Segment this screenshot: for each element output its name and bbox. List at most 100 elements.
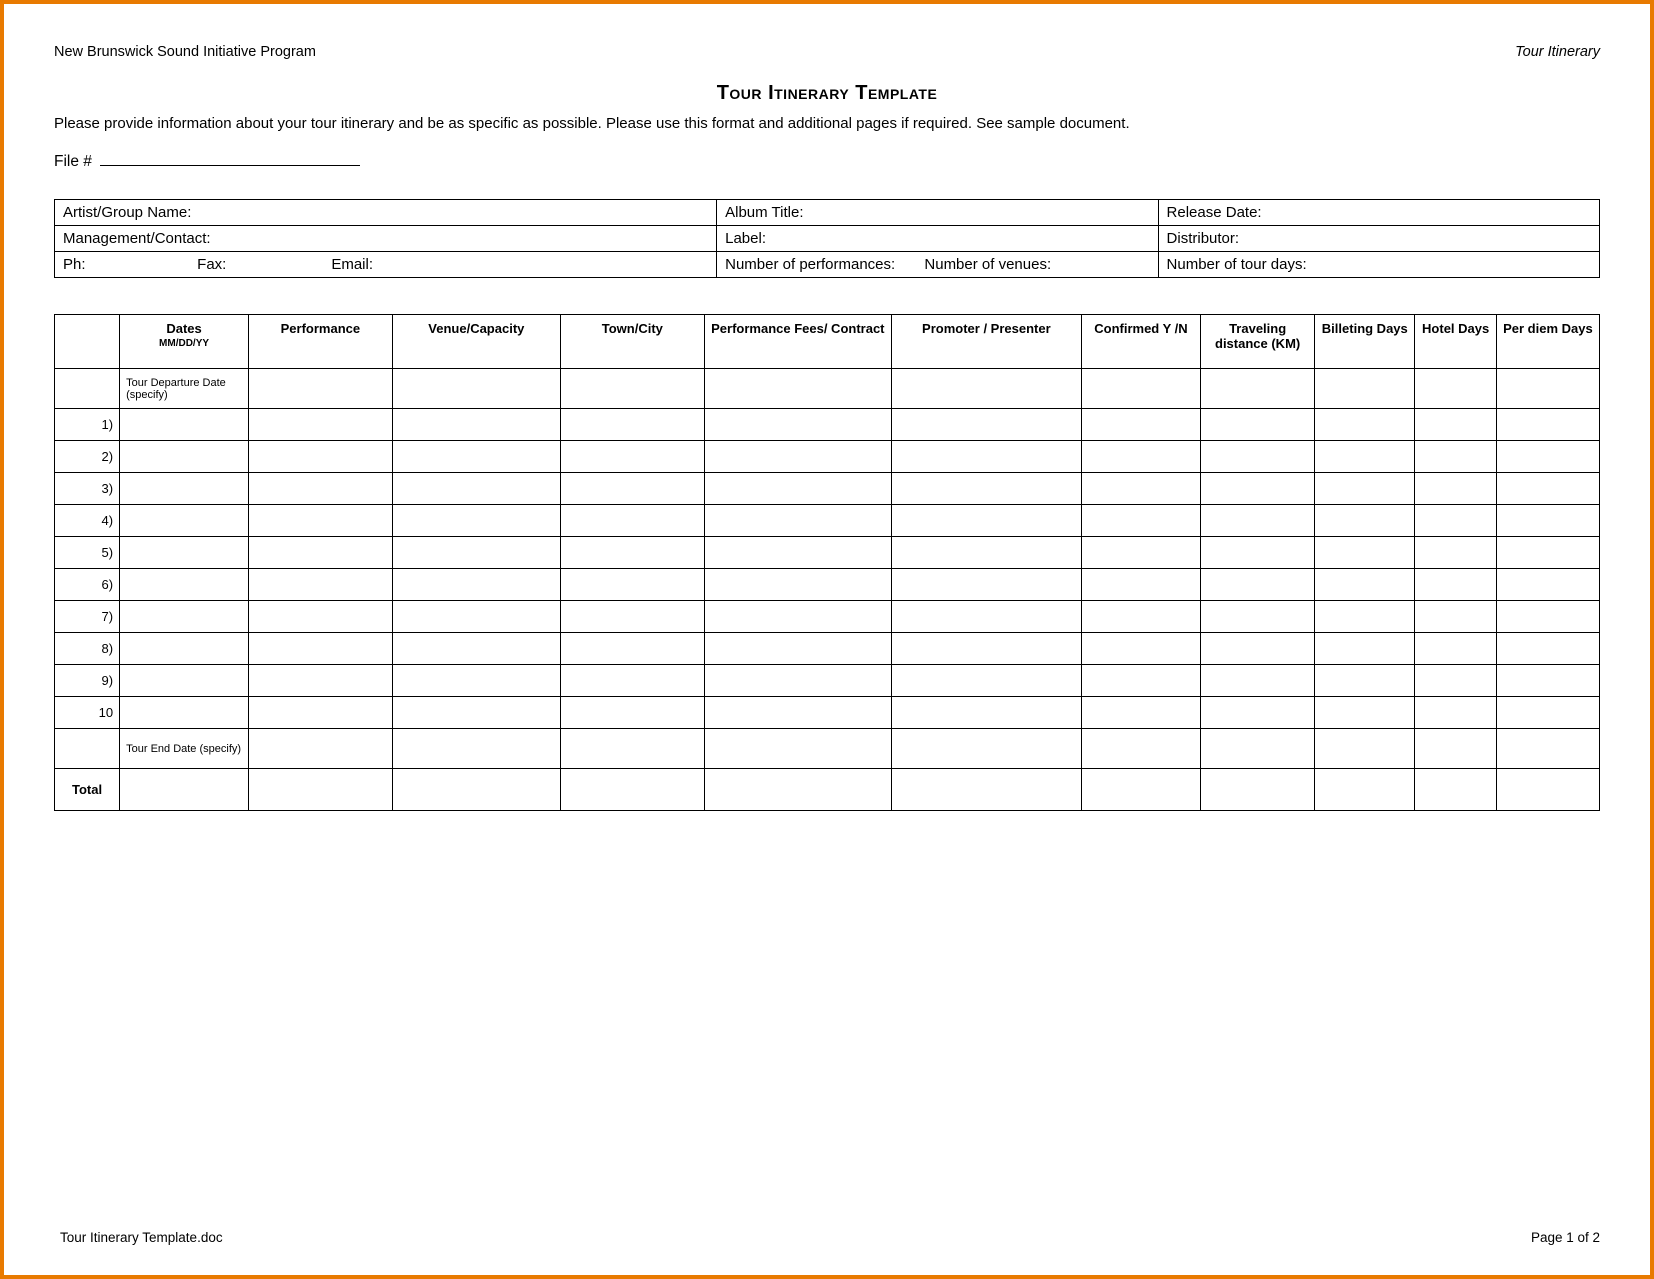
table-cell[interactable] (392, 697, 560, 729)
table-cell[interactable] (891, 697, 1081, 729)
table-cell[interactable] (120, 473, 249, 505)
table-cell[interactable] (392, 633, 560, 665)
table-cell[interactable] (1201, 665, 1315, 697)
table-cell[interactable] (1081, 633, 1200, 665)
table-cell[interactable] (560, 473, 704, 505)
table-cell[interactable] (1315, 537, 1415, 569)
table-cell[interactable] (1315, 441, 1415, 473)
table-cell[interactable] (248, 633, 392, 665)
table-cell[interactable] (560, 769, 704, 811)
table-cell[interactable] (1201, 505, 1315, 537)
table-cell[interactable] (1081, 441, 1200, 473)
table-cell[interactable] (1415, 537, 1496, 569)
table-cell[interactable] (1201, 441, 1315, 473)
table-cell[interactable] (248, 505, 392, 537)
table-cell[interactable] (1496, 665, 1599, 697)
table-cell[interactable] (1201, 537, 1315, 569)
table-cell[interactable] (1415, 601, 1496, 633)
table-cell[interactable] (704, 729, 891, 769)
table-cell[interactable] (1415, 633, 1496, 665)
table-cell[interactable] (891, 569, 1081, 601)
table-cell[interactable] (392, 769, 560, 811)
table-cell[interactable] (1201, 729, 1315, 769)
table-cell[interactable] (1415, 441, 1496, 473)
table-cell[interactable] (1081, 769, 1200, 811)
table-cell[interactable] (120, 505, 249, 537)
table-cell[interactable] (560, 409, 704, 441)
table-cell[interactable] (248, 441, 392, 473)
table-cell[interactable] (560, 665, 704, 697)
table-cell[interactable] (248, 769, 392, 811)
table-cell[interactable] (560, 569, 704, 601)
distributor-cell[interactable]: Distributor: (1158, 226, 1599, 252)
table-cell[interactable] (392, 409, 560, 441)
table-cell[interactable] (704, 369, 891, 409)
label-cell[interactable]: Label: (717, 226, 1158, 252)
table-cell[interactable] (891, 473, 1081, 505)
table-cell[interactable] (891, 441, 1081, 473)
table-cell[interactable] (392, 601, 560, 633)
table-cell[interactable] (248, 369, 392, 409)
table-cell[interactable] (1201, 569, 1315, 601)
table-cell[interactable] (1415, 505, 1496, 537)
table-cell[interactable] (560, 441, 704, 473)
table-cell[interactable] (1415, 729, 1496, 769)
table-cell[interactable] (1415, 769, 1496, 811)
table-cell[interactable] (560, 505, 704, 537)
table-cell[interactable] (704, 441, 891, 473)
table-cell[interactable] (1201, 409, 1315, 441)
table-cell[interactable] (1315, 369, 1415, 409)
table-cell[interactable] (560, 537, 704, 569)
table-cell[interactable] (120, 633, 249, 665)
table-cell[interactable] (1315, 729, 1415, 769)
table-cell[interactable] (1081, 697, 1200, 729)
table-cell[interactable] (704, 505, 891, 537)
table-cell[interactable] (248, 601, 392, 633)
table-cell[interactable] (120, 665, 249, 697)
table-cell[interactable] (1315, 601, 1415, 633)
table-cell[interactable] (1315, 633, 1415, 665)
table-cell[interactable] (704, 473, 891, 505)
contact-cell[interactable]: Ph: Fax: Email: (55, 252, 717, 278)
table-cell[interactable] (704, 569, 891, 601)
table-cell[interactable] (1081, 569, 1200, 601)
table-cell[interactable] (120, 537, 249, 569)
table-cell[interactable] (1496, 505, 1599, 537)
table-cell[interactable] (1201, 369, 1315, 409)
table-cell[interactable] (1315, 769, 1415, 811)
table-cell[interactable] (1496, 729, 1599, 769)
table-cell[interactable] (392, 505, 560, 537)
table-cell[interactable] (120, 601, 249, 633)
num-days-cell[interactable]: Number of tour days: (1158, 252, 1599, 278)
table-cell[interactable] (891, 665, 1081, 697)
table-cell[interactable] (392, 441, 560, 473)
table-cell[interactable] (1496, 473, 1599, 505)
table-cell[interactable] (1081, 409, 1200, 441)
table-cell[interactable] (891, 409, 1081, 441)
table-cell[interactable] (392, 665, 560, 697)
mgmt-cell[interactable]: Management/Contact: (55, 226, 717, 252)
table-cell[interactable] (1496, 369, 1599, 409)
table-cell[interactable] (392, 473, 560, 505)
table-cell[interactable] (704, 633, 891, 665)
table-cell[interactable] (1496, 569, 1599, 601)
table-cell[interactable] (1081, 473, 1200, 505)
table-cell[interactable] (704, 697, 891, 729)
album-cell[interactable]: Album Title: (717, 200, 1158, 226)
table-cell[interactable] (120, 769, 249, 811)
table-cell[interactable] (560, 697, 704, 729)
table-cell[interactable] (891, 369, 1081, 409)
table-cell[interactable] (891, 537, 1081, 569)
table-cell[interactable] (891, 769, 1081, 811)
table-cell[interactable] (248, 409, 392, 441)
table-cell[interactable] (1415, 697, 1496, 729)
table-cell[interactable] (248, 537, 392, 569)
table-cell[interactable] (1201, 697, 1315, 729)
table-cell[interactable] (1496, 537, 1599, 569)
table-cell[interactable] (1201, 769, 1315, 811)
table-cell[interactable] (1496, 633, 1599, 665)
table-cell[interactable] (891, 633, 1081, 665)
table-cell[interactable] (1415, 473, 1496, 505)
table-cell[interactable] (248, 473, 392, 505)
table-cell[interactable] (1315, 569, 1415, 601)
